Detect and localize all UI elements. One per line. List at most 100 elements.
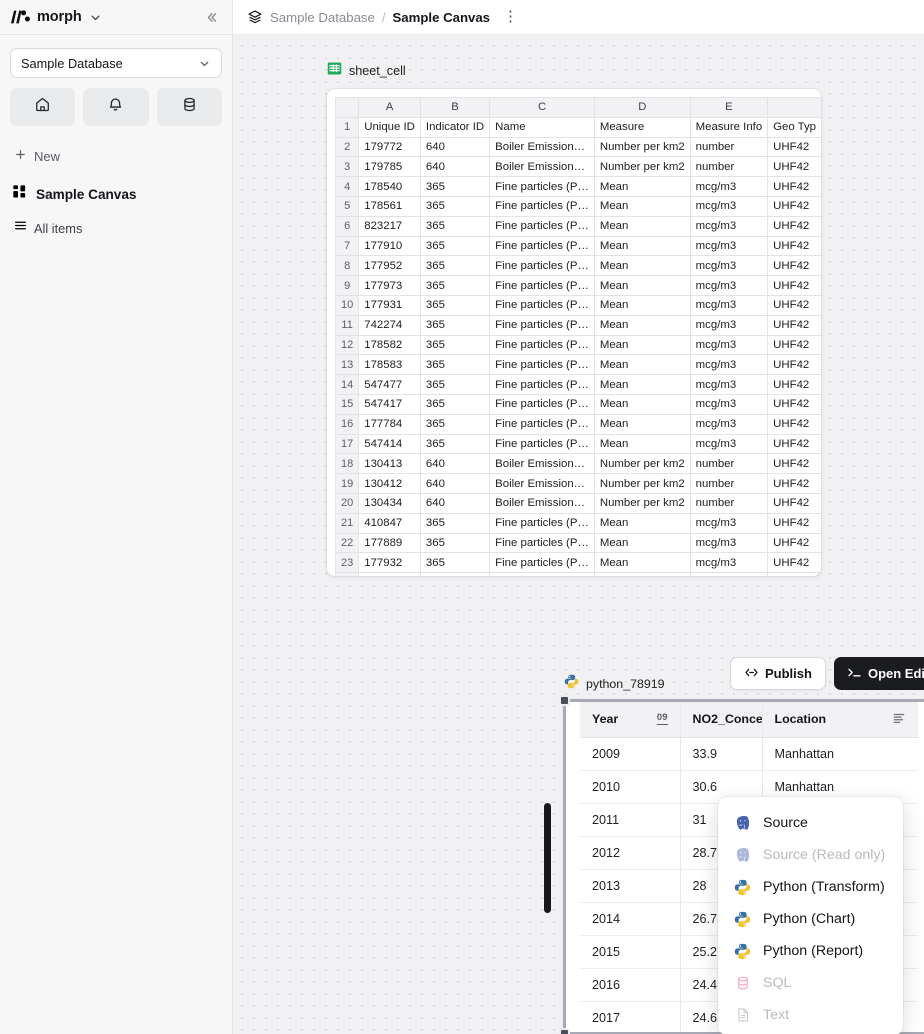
cell-e[interactable]: mcg/m3 xyxy=(689,195,769,217)
cell-c[interactable]: Fine particles (P… xyxy=(489,255,595,277)
cell-d[interactable]: Mean xyxy=(593,255,691,277)
row-number-cell[interactable]: 16 xyxy=(335,413,360,435)
cell-f[interactable]: UHF42 xyxy=(767,532,821,554)
cell-c[interactable]: Fine particles (P… xyxy=(489,275,595,296)
cell-d[interactable]: Mean xyxy=(593,176,691,197)
sheet-scroll-area[interactable]: A B C D E 1 Unique ID Indicator ID Name Meas… xyxy=(335,97,821,576)
table-row[interactable]: 16 177784 365 Fine particles (P… Mean mcg/m3 U… xyxy=(335,413,821,435)
cell-f[interactable]: UHF42 xyxy=(767,136,821,158)
cell-e[interactable]: mcg/m3 xyxy=(689,176,769,197)
cell-a[interactable] xyxy=(358,572,421,576)
cell-f[interactable]: UHF42 xyxy=(767,433,821,455)
publish-button[interactable]: Publish xyxy=(730,657,826,690)
cell-b[interactable]: 365 xyxy=(419,532,491,554)
table-row[interactable]: 2009 33.9 Manhattan xyxy=(580,737,918,771)
cell-b[interactable]: 640 xyxy=(419,492,491,514)
cell-c[interactable]: Fine particles (P… xyxy=(489,314,595,336)
table-row[interactable]: 23 177932 365 Fine particles (P… Mean mcg/m3 U… xyxy=(335,552,821,574)
cell-c[interactable]: Boiler Emission… xyxy=(489,492,595,514)
cell-b[interactable]: 365 xyxy=(419,235,491,257)
cell-f[interactable]: UHF42 xyxy=(767,374,821,395)
cell-f[interactable]: UHF42 xyxy=(767,354,821,376)
cell-e[interactable]: Measure Info xyxy=(689,116,769,138)
cell-d[interactable]: Mean xyxy=(593,354,691,376)
notifications-button[interactable] xyxy=(83,88,149,126)
cell-e[interactable]: mcg/m3 xyxy=(689,532,769,554)
table-row[interactable]: 7 177910 365 Fine particles (P… Mean mcg/m3 UH… xyxy=(335,235,821,257)
text-align-icon[interactable] xyxy=(892,711,906,728)
cell-f[interactable]: UHF42 xyxy=(767,215,821,237)
cell-a[interactable]: 178583 xyxy=(358,354,421,376)
cell-e[interactable]: number xyxy=(689,492,769,514)
cell-b[interactable]: 365 xyxy=(419,255,491,277)
cell-year[interactable]: 2012 xyxy=(580,836,681,870)
cell-d[interactable]: Mean xyxy=(593,512,691,534)
row-number-cell[interactable]: 1 xyxy=(335,116,360,138)
cell-c[interactable]: Fine particles (P… xyxy=(489,532,595,554)
cell-c[interactable]: Fine particles (P… xyxy=(489,334,595,356)
cell-e[interactable] xyxy=(689,572,769,576)
chevron-down-icon[interactable] xyxy=(89,11,102,24)
row-number-cell[interactable]: 7 xyxy=(335,235,360,257)
cell-f[interactable]: UHF42 xyxy=(767,314,821,336)
row-number-cell[interactable]: 20 xyxy=(335,492,360,514)
cell-c[interactable]: Boiler Emission… xyxy=(489,453,595,475)
table-row[interactable]: 13 178583 365 Fine particles (P… Mean mcg/m3 U… xyxy=(335,354,821,376)
vertical-dots-icon[interactable]: ⋮ xyxy=(503,9,518,24)
cell-d[interactable]: Mean xyxy=(593,393,691,415)
cell-d[interactable]: Mean xyxy=(593,334,691,356)
cell-f[interactable]: UHF42 xyxy=(767,393,821,415)
cell-c[interactable]: Boiler Emission… xyxy=(489,473,595,494)
cell-f[interactable]: UHF42 xyxy=(767,235,821,257)
cell-e[interactable]: mcg/m3 xyxy=(689,275,769,296)
cell-f[interactable]: UHF42 xyxy=(767,294,821,316)
sheet-col-C[interactable]: C xyxy=(489,97,595,118)
cell-f[interactable]: UHF42 xyxy=(767,473,821,494)
cell-d[interactable]: Mean xyxy=(593,374,691,395)
cell-a[interactable]: 177932 xyxy=(358,552,421,574)
add-node-context-menu[interactable]: Source Source (Read only) Python (Transfor… xyxy=(718,797,903,1034)
table-row[interactable]: 20 130434 640 Boiler Emission… Number per km… xyxy=(335,492,821,514)
cell-year[interactable]: 2017 xyxy=(580,1001,681,1032)
node-sheet-cell[interactable]: sheet_cell A B C D E 1 Unique ID Indicat… xyxy=(327,61,821,576)
cell-e[interactable]: mcg/m3 xyxy=(689,374,769,395)
cell-c[interactable]: Name xyxy=(489,116,595,138)
cell-e[interactable]: mcg/m3 xyxy=(689,512,769,534)
cell-e[interactable]: mcg/m3 xyxy=(689,552,769,574)
cell-c[interactable]: Fine particles (P… xyxy=(489,393,595,415)
table-row[interactable]: 12 178582 365 Fine particles (P… Mean mcg/m3 U… xyxy=(335,334,821,356)
cell-d[interactable]: Mean xyxy=(593,413,691,435)
row-number-cell[interactable]: 17 xyxy=(335,433,360,455)
table-row[interactable]: 15 547417 365 Fine particles (P… Mean mcg/m3 U… xyxy=(335,393,821,415)
cell-f[interactable] xyxy=(767,572,821,576)
cell-b[interactable]: 640 xyxy=(419,473,491,494)
cell-d[interactable]: Mean xyxy=(593,552,691,574)
cell-e[interactable]: mcg/m3 xyxy=(689,393,769,415)
table-row[interactable]: 8 177952 365 Fine particles (P… Mean mcg/m3 UH… xyxy=(335,255,821,277)
cell-f[interactable]: UHF42 xyxy=(767,552,821,574)
cell-e[interactable]: number xyxy=(689,473,769,494)
sheet-cell-card[interactable]: A B C D E 1 Unique ID Indicator ID Name Meas… xyxy=(327,89,821,576)
sidebar-collapse-button[interactable] xyxy=(200,6,222,28)
cell-e[interactable]: mcg/m3 xyxy=(689,314,769,336)
cell-b[interactable]: 365 xyxy=(419,275,491,296)
cell-f[interactable]: UHF42 xyxy=(767,275,821,296)
table-row[interactable]: 11 742274 365 Fine particles (P… Mean mcg/m3 U… xyxy=(335,314,821,336)
cell-d[interactable]: Number per km2 xyxy=(593,473,691,494)
cell-d[interactable]: Mean xyxy=(593,215,691,237)
table-row[interactable]: 3 179785 640 Boiler Emission… Number per km2… xyxy=(335,156,821,178)
cell-c[interactable]: Fine particles (P… xyxy=(489,215,595,237)
cell-b[interactable]: 365 xyxy=(419,374,491,395)
row-number-cell[interactable]: 14 xyxy=(335,374,360,395)
sheet-col-B[interactable]: B xyxy=(419,97,491,118)
cell-a[interactable]: 130413 xyxy=(358,453,421,475)
row-number-cell[interactable]: 22 xyxy=(335,532,360,554)
table-row[interactable]: 4 178540 365 Fine particles (P… Mean mcg/m3 UH… xyxy=(335,176,821,197)
sheet-col-A[interactable]: A xyxy=(358,97,421,118)
cell-f[interactable]: UHF42 xyxy=(767,413,821,435)
row-number-cell[interactable]: 5 xyxy=(335,195,360,217)
cell-c[interactable]: Fine particles (P… xyxy=(489,294,595,316)
cell-a[interactable]: 178582 xyxy=(358,334,421,356)
row-number-cell[interactable]: 2 xyxy=(335,136,360,158)
cell-b[interactable]: 640 xyxy=(419,136,491,158)
